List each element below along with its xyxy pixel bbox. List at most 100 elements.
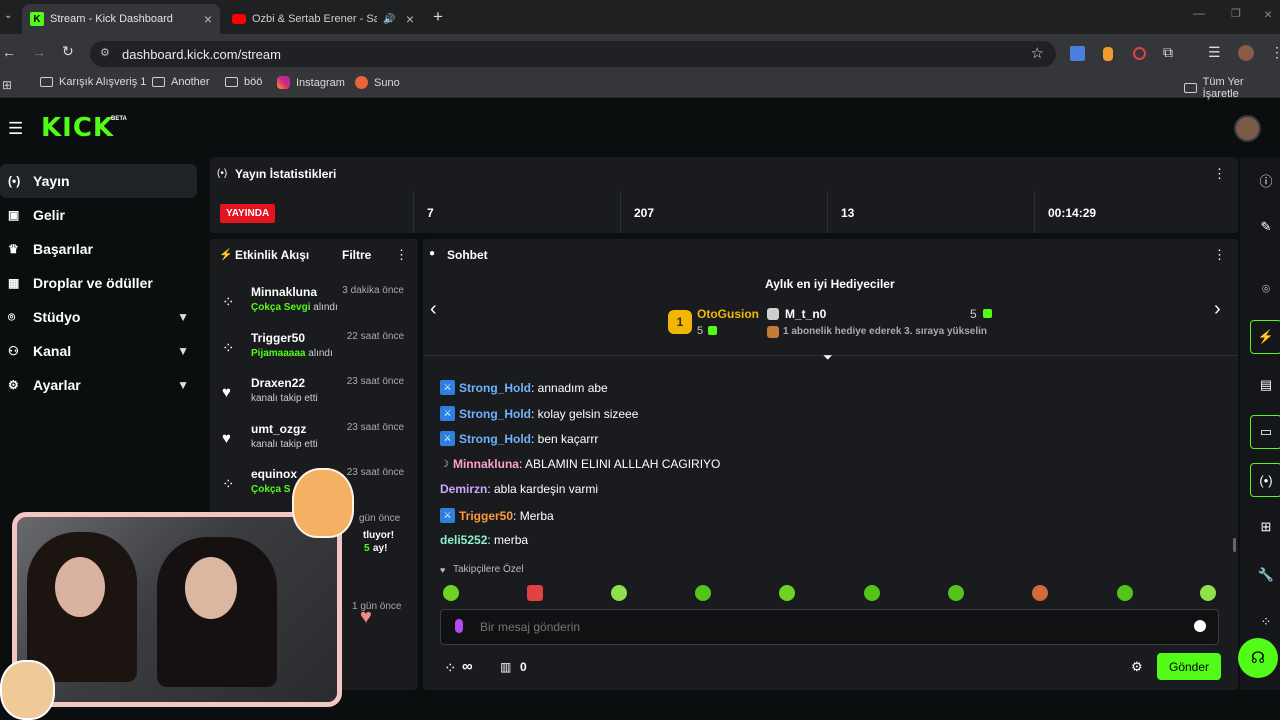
chat-user[interactable]: deli5252 [440, 533, 487, 547]
reading-list-icon[interactable]: ☰ [1208, 44, 1221, 61]
profile-avatar[interactable] [1238, 45, 1254, 61]
gift-sub-icon [708, 326, 717, 335]
capture-icon[interactable]: ⌾ [1250, 272, 1280, 306]
nav-label: Başarılar [33, 241, 93, 257]
info-icon[interactable]: ⓘ [1250, 163, 1280, 197]
chat-bubble-icon[interactable]: ▭ [1250, 415, 1280, 449]
nav-gelir[interactable]: ▣ Gelir [0, 198, 197, 232]
stats-divider [1034, 191, 1035, 233]
user-avatar[interactable] [1234, 115, 1261, 142]
nav-kanal[interactable]: ⚇ Kanal ▼ [0, 334, 197, 368]
chat-settings-icon[interactable]: ⚙ [1131, 659, 1143, 675]
moderator-badge-icon: ⚔ [440, 508, 455, 523]
chat-user[interactable]: Trigger50 [459, 509, 513, 523]
emoji-picker-icon[interactable] [1194, 620, 1206, 632]
gifters-prev-icon[interactable]: ‹ [430, 298, 437, 321]
tab-kick-dashboard[interactable]: K Stream - Kick Dashboard × [22, 4, 220, 34]
microphone-icon[interactable] [455, 619, 463, 633]
heart-icon: ♥ [222, 430, 231, 447]
event-item: ♥ Draxen22 23 saat önce kanalı takip ett… [222, 376, 412, 420]
nav-basarilar[interactable]: ♛ Başarılar [0, 232, 197, 266]
moderator-badge-icon: ⚔ [440, 431, 455, 446]
bookmark-star-icon[interactable]: ☆ [1031, 44, 1044, 62]
layout-icon[interactable]: ⊞ [1250, 510, 1280, 544]
nav-studyo[interactable]: ⌾ Stüdyo ▼ [0, 300, 197, 334]
gifters-next-icon[interactable]: › [1214, 298, 1221, 321]
pin-collapse-icon[interactable]: ⏷ [823, 350, 833, 365]
new-tab-button[interactable]: + [433, 7, 443, 27]
event-text: alındı [313, 302, 338, 313]
activity-menu-icon[interactable]: ⋮ [395, 247, 408, 263]
extensions-puzzle-icon[interactable]: ⧉ [1163, 44, 1173, 61]
kick-logo[interactable]: KICK [41, 113, 114, 143]
emote-icon[interactable] [779, 585, 795, 601]
bookmark-suno[interactable]: Suno [355, 76, 400, 89]
translate-icon[interactable] [1070, 46, 1085, 61]
bookmark-label: Another [171, 76, 210, 88]
chevron-down-icon: ▼ [177, 344, 189, 358]
chat-menu-icon[interactable]: ⋮ [1213, 247, 1226, 263]
connections-icon[interactable]: ⁘ [1250, 605, 1280, 639]
chat-scrollbar[interactable] [1233, 538, 1236, 552]
emote-icon[interactable] [1200, 585, 1216, 601]
broadcast-icon[interactable]: (•) [1250, 463, 1280, 497]
forward-icon[interactable]: → [32, 44, 46, 60]
extension-red-icon[interactable] [1133, 47, 1146, 60]
emote-icon[interactable] [948, 585, 964, 601]
activity-bolt-icon[interactable]: ⚡ [1250, 320, 1280, 354]
emote-icon[interactable] [864, 585, 880, 601]
extension-orange-icon[interactable] [1103, 47, 1113, 61]
apps-grid-icon[interactable]: ⊞ [2, 78, 12, 92]
browser-menu-icon[interactable]: ⋮ [1270, 44, 1280, 61]
back-icon[interactable]: ← [2, 44, 16, 60]
minimize-icon[interactable]: — [1193, 6, 1205, 20]
chat-user[interactable]: Strong_Hold [459, 381, 531, 395]
send-button[interactable]: Gönder [1157, 653, 1221, 680]
points-icon: ⁘ [222, 476, 235, 493]
bookmark-label: Tüm Yer İşaretle [1202, 76, 1244, 100]
chat-user[interactable]: Strong_Hold [459, 432, 531, 446]
emote-icon[interactable] [611, 585, 627, 601]
edit-pencil-icon[interactable]: ✎ [1250, 210, 1280, 244]
nav-ayarlar[interactable]: ⚙ Ayarlar ▼ [0, 368, 197, 402]
close-tab-icon[interactable]: × [406, 11, 414, 27]
event-item: ♥ umt_ozgz 23 saat önce kanalı takip ett… [222, 422, 412, 466]
points-value[interactable]: ∞ [462, 658, 473, 675]
store-icon[interactable]: ▥ [500, 660, 511, 674]
reload-icon[interactable]: ↻ [62, 43, 74, 60]
all-bookmarks[interactable]: Tüm Yer İşaretle [1184, 76, 1280, 100]
hamburger-menu-icon[interactable]: ☰ [8, 119, 23, 139]
nav-yayin[interactable]: (•) Yayın [0, 164, 197, 198]
webcam-face-right [185, 557, 237, 619]
maximize-icon[interactable]: ❐ [1231, 7, 1241, 20]
document-icon[interactable]: ▤ [1250, 368, 1280, 402]
close-tab-icon[interactable]: × [204, 11, 212, 27]
site-info-icon[interactable]: ⚙ [100, 46, 110, 59]
tab-list-chevron-icon[interactable]: ⌄ [4, 10, 12, 21]
emote-icon[interactable] [695, 585, 711, 601]
bookmark-instagram[interactable]: Instagram [277, 76, 345, 89]
filter-button[interactable]: Filtre [342, 248, 371, 262]
support-headset-button[interactable]: ☊ [1238, 638, 1278, 678]
bookmark-folder-3[interactable]: böö [225, 76, 262, 88]
bookmark-folder-1[interactable]: Karışık Alışveriş 1 [40, 76, 146, 88]
webcam-overlay [12, 512, 342, 707]
chat-user[interactable]: Minnakluna [453, 457, 519, 471]
emote-icon[interactable] [527, 585, 543, 601]
chat-user[interactable]: Demirzn [440, 482, 487, 496]
emote-icon[interactable] [1117, 585, 1133, 601]
speaker-icon[interactable]: 🔊 [383, 14, 395, 25]
chat-user[interactable]: Strong_Hold [459, 407, 531, 421]
close-window-icon[interactable]: × [1264, 6, 1272, 22]
tab-youtube[interactable]: Ozbi & Sertab Erener - Sav 🔊 × [224, 4, 422, 34]
bookmark-folder-2[interactable]: Another [152, 76, 210, 88]
wrench-icon[interactable]: 🔧 [1250, 558, 1280, 592]
emote-icon[interactable] [1032, 585, 1048, 601]
stats-menu-icon[interactable]: ⋮ [1213, 166, 1226, 182]
chat-message-input[interactable] [480, 616, 1180, 638]
gifters-title: Aylık en iyi Hediyeciler [765, 277, 895, 291]
instagram-icon [277, 76, 290, 89]
emote-icon[interactable] [443, 585, 459, 601]
nav-droplar[interactable]: ▦ Droplar ve ödüller [0, 266, 197, 300]
url-field[interactable]: ⚙ dashboard.kick.com/stream ☆ [90, 41, 1056, 67]
